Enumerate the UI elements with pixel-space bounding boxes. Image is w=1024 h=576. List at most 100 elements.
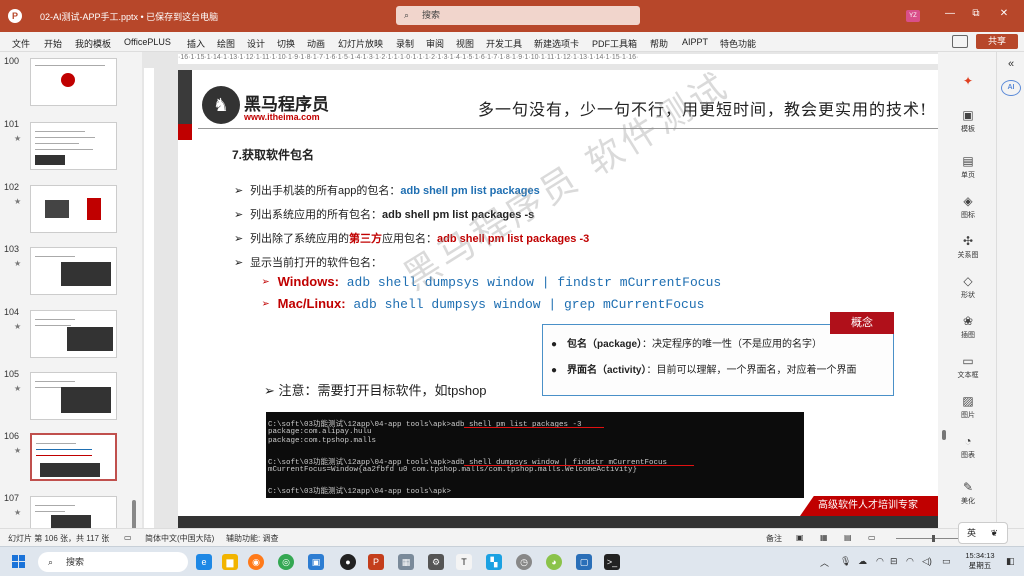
panel-item-relation[interactable]: ✣ 关系图 xyxy=(946,234,990,260)
taskbar-search[interactable]: ⌕ 搜索 xyxy=(38,552,188,572)
bullet-arrow-icon: ➢ xyxy=(234,233,244,245)
panel-item-illustrations[interactable]: ❀ 插图 xyxy=(946,314,990,340)
app-icon-clock[interactable]: ◷ xyxy=(516,554,532,570)
tab-record[interactable]: 录制 xyxy=(396,37,414,50)
editor-scrollbar[interactable] xyxy=(940,52,948,528)
app-icon-green[interactable]: ◕ xyxy=(546,554,562,570)
tab-help[interactable]: 帮助 xyxy=(650,37,668,50)
panel-item-single-page[interactable]: ▤ 单页 xyxy=(946,154,990,180)
app-icon-gear[interactable]: ⚙ xyxy=(428,554,444,570)
windows-start-icon[interactable] xyxy=(12,555,26,569)
thumbnails-scrollbar[interactable] xyxy=(132,500,136,528)
minimize-button[interactable]: — xyxy=(940,8,960,19)
panel-item-beautify[interactable]: ✎ 美化 xyxy=(946,480,990,506)
search-box[interactable]: ⌕ 搜索 xyxy=(396,6,640,25)
tab-features[interactable]: 特色功能 xyxy=(720,37,756,50)
tray-chevron-icon[interactable]: ︿ xyxy=(820,556,829,569)
panel-item-textbox[interactable]: ▭ 文本框 xyxy=(946,354,990,380)
tab-new[interactable]: 新建选项卡 xyxy=(534,37,579,50)
slideshow-view-icon[interactable]: ▭ xyxy=(868,533,876,542)
panel-item-template[interactable]: ▣ 模板 xyxy=(946,108,990,134)
collapse-panel-icon[interactable]: « xyxy=(1001,58,1021,70)
comments-icon[interactable] xyxy=(952,35,968,48)
slide-thumbnail-100[interactable] xyxy=(30,58,117,106)
powerpoint-app-icon[interactable]: P xyxy=(8,9,22,23)
language-indicator[interactable]: 简体中文(中国大陆) xyxy=(145,533,214,544)
sorter-view-icon[interactable]: ▦ xyxy=(820,533,828,542)
tab-slideshow[interactable]: 幻灯片放映 xyxy=(338,37,383,50)
current-slide[interactable]: ♞ 黑马程序员 www.itheima.com 多一句没有，少一句不行，用更短时… xyxy=(178,70,938,528)
tab-transitions[interactable]: 切换 xyxy=(277,37,295,50)
headset-icon[interactable]: ◠ xyxy=(876,556,884,567)
panel-item-charts[interactable]: ◔ 图表 xyxy=(946,434,990,460)
concept-desc: ：目前可以理解，一个界面名，对应着一个界面 xyxy=(646,365,857,376)
tab-aippt[interactable]: AIPPT xyxy=(682,37,708,47)
close-button[interactable]: ✕ xyxy=(994,8,1014,19)
slide-thumbnail-102[interactable] xyxy=(30,185,117,233)
ime-indicator[interactable]: 英 ❦ xyxy=(958,522,1008,544)
accessibility-status[interactable]: 辅助功能: 调查 xyxy=(226,533,278,544)
avatar[interactable]: YZ xyxy=(906,10,920,22)
tab-officeplus[interactable]: OfficePLUS xyxy=(124,37,171,47)
app-icon-blue[interactable]: ▣ xyxy=(308,554,324,570)
firefox-icon[interactable]: ◉ xyxy=(248,554,264,570)
wifi-icon[interactable]: ◠ xyxy=(906,556,914,567)
slide-thumbnail-101[interactable] xyxy=(30,122,117,170)
tab-pdf-tools[interactable]: PDF工具箱 xyxy=(592,37,637,50)
notes-button[interactable]: 备注 xyxy=(766,533,782,544)
spellcheck-icon[interactable]: ▭ xyxy=(124,533,132,542)
slide-thumbnail-106[interactable] xyxy=(30,433,117,481)
tab-view[interactable]: 视图 xyxy=(456,37,474,50)
slide-thumbnail-105[interactable] xyxy=(30,372,117,420)
slide-thumbnail-104[interactable] xyxy=(30,310,117,358)
tab-developer[interactable]: 开发工具 xyxy=(486,37,522,50)
app-tray-icon[interactable]: ⊟ xyxy=(890,556,898,567)
share-button[interactable]: 共享 xyxy=(976,34,1018,49)
reading-view-icon[interactable]: ▤ xyxy=(844,533,852,542)
ai-assistant-icon[interactable]: AI xyxy=(1001,80,1021,96)
icons-icon: ◈ xyxy=(963,194,973,208)
app-icon-gray[interactable]: ▦ xyxy=(398,554,414,570)
tab-review[interactable]: 审阅 xyxy=(426,37,444,50)
panel-item-shapes[interactable]: ◇ 形状 xyxy=(946,274,990,300)
tab-design[interactable]: 设计 xyxy=(247,37,265,50)
brand-flame-icon[interactable]: ✦ xyxy=(946,74,990,90)
battery-icon[interactable]: ▭ xyxy=(942,556,951,567)
thumb-number: 103 xyxy=(4,244,20,254)
notification-icon[interactable]: ◧ xyxy=(1006,556,1015,567)
file-explorer-icon[interactable]: ▆ xyxy=(222,554,238,570)
slide-counter: 幻灯片 第 106 张，共 117 张 xyxy=(8,534,110,543)
shapes-icon: ◇ xyxy=(963,274,973,288)
search-icon: ⌕ xyxy=(48,557,54,567)
slide-thumbnail-107[interactable] xyxy=(30,496,117,528)
thumb-star-icon: ★ xyxy=(14,508,22,517)
clock-day: 星期五 xyxy=(968,561,992,570)
app-icon-dark[interactable]: ● xyxy=(340,554,356,570)
tab-insert[interactable]: 插入 xyxy=(187,37,205,50)
panel-item-icons[interactable]: ◈ 图标 xyxy=(946,194,990,220)
relation-diagram-icon: ✣ xyxy=(962,234,974,248)
tab-draw[interactable]: 绘图 xyxy=(217,37,235,50)
tab-file[interactable]: 文件 xyxy=(12,37,30,50)
restore-button[interactable]: ⧉ xyxy=(966,8,986,19)
app-icon-tiles[interactable]: ▚ xyxy=(486,554,502,570)
single-page-icon: ▤ xyxy=(962,154,974,168)
chrome-icon[interactable]: ◎ xyxy=(278,554,294,570)
thumb-number: 106 xyxy=(4,431,20,441)
edge-browser-icon[interactable]: e xyxy=(196,554,212,570)
tab-home[interactable]: 开始 xyxy=(44,37,62,50)
right-mini-toolbar: « AI xyxy=(996,52,1024,528)
system-clock[interactable]: 15:34:13 星期五 xyxy=(962,551,998,571)
terminal-icon[interactable]: >_ xyxy=(604,554,620,570)
app-icon-window[interactable]: ▢ xyxy=(576,554,592,570)
tab-animations[interactable]: 动画 xyxy=(307,37,325,50)
powerpoint-taskbar-icon[interactable]: P xyxy=(368,554,384,570)
tab-my-templates[interactable]: 我的模板 xyxy=(75,37,111,50)
microphone-icon[interactable]: 🎙 xyxy=(840,556,851,567)
typora-icon[interactable]: T xyxy=(456,554,472,570)
slide-thumbnail-103[interactable] xyxy=(30,247,117,295)
panel-item-images[interactable]: ▨ 图片 xyxy=(946,394,990,420)
cloud-icon[interactable]: ☁ xyxy=(858,556,867,567)
volume-icon[interactable]: ◁) xyxy=(922,556,932,567)
normal-view-icon[interactable]: ▣ xyxy=(796,533,804,542)
